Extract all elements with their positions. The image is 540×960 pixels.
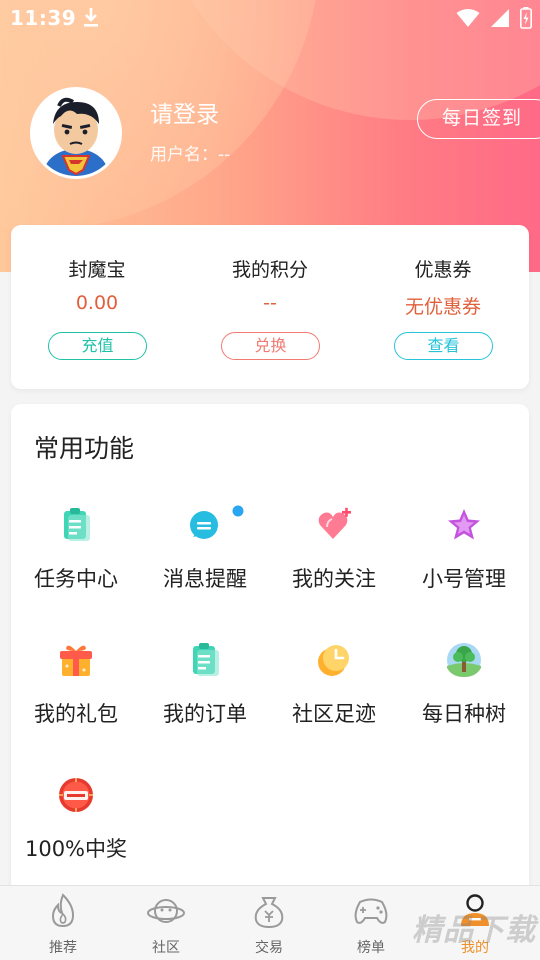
function-label: 我的订单 [163,702,247,726]
status-bar: 11:39 [0,0,540,36]
daily-checkin-button[interactable]: 每日签到 [417,99,540,139]
wallet-item-coupons: 优惠券 无优惠券 查看 [357,225,529,389]
function-alt-accounts[interactable]: 小号管理 [399,507,529,607]
username-label: 用户名：-- [150,145,231,165]
function-daily-tree[interactable]: 每日种树 [399,642,529,742]
wallet-item-coins: 封魔宝 0.00 充值 [11,225,183,389]
function-my-follows[interactable]: 我的关注 [269,507,399,607]
lottery-icon [59,778,93,812]
tree-icon [447,643,481,677]
tab-label: 榜单 [357,940,385,956]
redeem-button[interactable]: 兑换 [221,332,320,360]
star-icon [448,509,480,540]
function-label: 任务中心 [34,567,118,591]
section-title: 常用功能 [34,434,135,463]
unread-dot-icon [232,505,244,517]
status-time: 11:39 [10,6,77,30]
chat-bubble-icon [190,511,218,539]
download-icon [84,8,98,27]
battery-icon [520,7,532,29]
tab-label: 交易 [255,940,283,956]
login-prompt[interactable]: 请登录 [150,95,219,129]
clipboard-icon [64,508,90,541]
money-bag-icon [254,897,284,929]
function-label: 小号管理 [422,567,506,591]
tab-label: 推荐 [49,940,77,956]
tab-recommend[interactable]: 推荐 [13,886,113,960]
flame-icon [51,893,75,928]
recharge-button[interactable]: 充值 [48,332,147,360]
tab-label: 社区 [152,940,180,956]
gift-icon [60,645,92,676]
order-clipboard-icon [193,643,219,676]
tab-rankings[interactable]: 榜单 [321,886,421,960]
tab-trade[interactable]: 交易 [219,886,319,960]
function-label: 消息提醒 [163,567,247,591]
function-my-gifts[interactable]: 我的礼包 [11,642,141,742]
function-my-orders[interactable]: 我的订单 [140,642,270,742]
function-label: 社区足迹 [292,702,376,726]
wallet-value: 0.00 [75,292,119,314]
heart-icon [318,507,351,539]
function-lottery[interactable]: 100%中奖 [11,777,141,877]
gamepad-icon [354,898,388,924]
wallet-label: 优惠券 [414,259,472,281]
clock-icon [318,645,349,676]
planet-icon [147,899,185,923]
wallet-item-points: 我的积分 -- 兑换 [184,225,356,389]
wallet-label: 我的积分 [231,259,308,281]
function-message-alerts[interactable]: 消息提醒 [140,505,270,607]
function-label: 我的关注 [292,567,376,591]
view-coupons-button[interactable]: 查看 [394,332,493,360]
tab-community[interactable]: 社区 [116,886,216,960]
superhero-avatar-icon [33,90,119,176]
common-functions-card: 常用功能 任务中心 消息提醒 我的关注 小号管理 我的礼包 我的订单 社区足迹 … [11,404,529,904]
wallet-value: 无优惠券 [404,296,481,318]
wallet-card: 封魔宝 0.00 充值 我的积分 -- 兑换 优惠券 无优惠券 查看 [11,225,529,389]
wallet-label: 封魔宝 [68,259,126,281]
avatar[interactable] [30,87,122,179]
function-label: 我的礼包 [34,702,118,726]
signal-icon [491,9,509,27]
function-label: 100%中奖 [24,837,128,861]
watermark: 精品下载 [412,913,536,948]
wallet-value: -- [263,292,277,314]
wifi-icon [456,9,480,27]
function-community-history[interactable]: 社区足迹 [269,642,399,742]
function-task-center[interactable]: 任务中心 [11,507,141,607]
function-label: 每日种树 [422,702,506,726]
